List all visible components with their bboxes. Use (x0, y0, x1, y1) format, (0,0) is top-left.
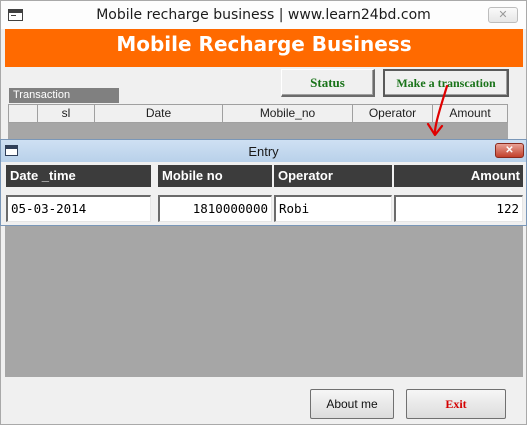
entry-close-button[interactable]: ✕ (495, 143, 524, 158)
mobile-no-label: Mobile no (158, 165, 272, 187)
date-time-field[interactable]: 05-03-2014 (6, 195, 151, 222)
header-banner: Mobile Recharge Business (5, 29, 523, 67)
entry-window: Entry ✕ Date _time Mobile no Operator Am… (0, 139, 527, 226)
status-button[interactable]: Status (281, 69, 375, 97)
mobile-no-field[interactable]: 1810000000 (158, 195, 272, 222)
amount-label: Amount (394, 165, 523, 187)
close-icon: ✕ (505, 145, 514, 156)
about-me-button[interactable]: About me (310, 389, 394, 419)
title-bar[interactable]: Mobile recharge business | www.learn24bd… (1, 1, 526, 29)
entry-window-title: Entry (248, 144, 279, 159)
column-header-sl[interactable]: sl (37, 105, 94, 122)
column-header-mobile-no[interactable]: Mobile_no (222, 105, 352, 122)
date-time-label: Date _time (6, 165, 151, 187)
transaction-group-label: Transaction (9, 88, 119, 103)
column-header-date[interactable]: Date (94, 105, 222, 122)
red-arrow-annotation (426, 84, 449, 137)
close-button[interactable]: ✕ (488, 7, 518, 23)
window-title: Mobile recharge business | www.learn24bd… (96, 7, 431, 23)
app-heading: Mobile Recharge Business (116, 32, 412, 56)
close-icon: ✕ (498, 9, 508, 21)
entry-title-bar[interactable]: Entry ✕ (1, 140, 526, 162)
operator-label: Operator (274, 165, 392, 187)
amount-field[interactable]: 122 (394, 195, 523, 222)
exit-button[interactable]: Exit (406, 389, 506, 419)
transaction-grid-empty-area[interactable] (5, 226, 523, 377)
operator-field[interactable]: Robi (274, 195, 392, 222)
